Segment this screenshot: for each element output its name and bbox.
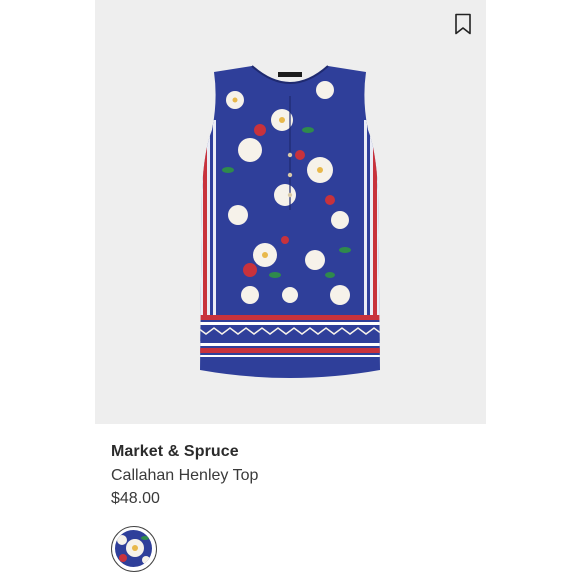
floral-print-swatch-icon bbox=[115, 530, 152, 567]
color-swatch-floral[interactable] bbox=[111, 526, 157, 572]
product-price: $48.00 bbox=[111, 490, 160, 507]
product-name[interactable]: Callahan Henley Top bbox=[111, 467, 258, 485]
product-page: Market & Spruce Callahan Henley Top $48.… bbox=[0, 0, 580, 580]
product-image bbox=[200, 65, 380, 378]
bookmark-icon[interactable] bbox=[454, 13, 472, 35]
brand-name: Market & Spruce bbox=[111, 443, 239, 460]
